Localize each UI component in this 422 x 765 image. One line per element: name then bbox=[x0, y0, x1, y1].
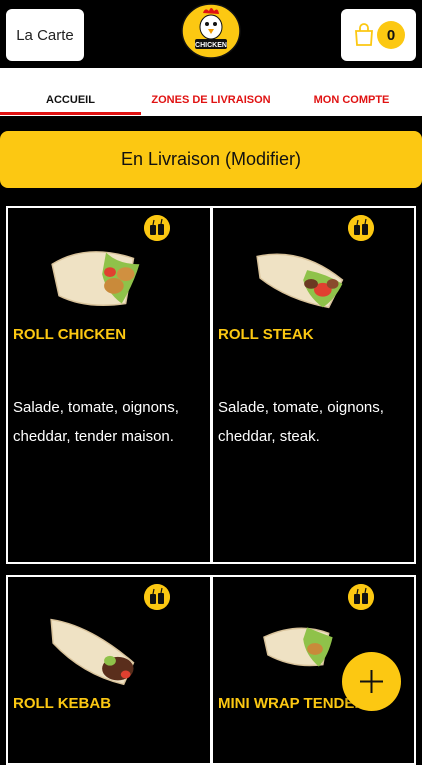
add-button[interactable] bbox=[342, 652, 401, 711]
nav-tabs: ACCUEIL ZONES DE LIVRAISON MON COMPTE bbox=[0, 68, 422, 116]
menu-button[interactable]: La Carte bbox=[6, 9, 84, 61]
roll-kebab-image bbox=[50, 618, 135, 686]
product-name: ROLL STEAK bbox=[218, 326, 314, 343]
top-bar: La Carte CHICKEN 0 bbox=[0, 0, 422, 68]
product-name: ROLL KEBAB bbox=[13, 695, 112, 712]
roll-chicken-image bbox=[51, 251, 140, 306]
plus-icon bbox=[360, 670, 383, 693]
cart-count-badge: 0 bbox=[377, 21, 405, 49]
tab-zones-de-livraison[interactable]: ZONES DE LIVRAISON bbox=[141, 94, 281, 106]
logo-text: CHICKEN bbox=[195, 42, 227, 49]
roll-steak-image bbox=[256, 253, 344, 309]
cart-button[interactable]: 0 bbox=[341, 9, 416, 61]
active-tab-indicator bbox=[0, 112, 141, 115]
product-card-roll-kebab[interactable]: ROLL KEBAB bbox=[6, 575, 212, 765]
brand-logo[interactable]: CHICKEN bbox=[181, 3, 241, 59]
product-description: Salade, tomate, oignons, cheddar, tender… bbox=[13, 399, 179, 445]
product-name: ROLL CHICKEN bbox=[13, 326, 127, 343]
chicken-logo-icon: CHICKEN bbox=[181, 3, 241, 59]
product-card-roll-steak[interactable]: ROLL STEAK Salade, tomate, oignons, ched… bbox=[211, 206, 416, 564]
delivery-mode-button[interactable]: En Livraison (Modifier) bbox=[0, 131, 422, 188]
shopping-bag-icon bbox=[355, 23, 373, 46]
product-card-roll-chicken[interactable]: ROLL CHICKEN Salade, tomate, oignons, ch… bbox=[6, 206, 212, 564]
product-description: Salade, tomate, oignons, cheddar, steak. bbox=[218, 399, 384, 445]
tab-mon-compte[interactable]: MON COMPTE bbox=[281, 94, 422, 106]
tab-accueil[interactable]: ACCUEIL bbox=[0, 94, 141, 106]
